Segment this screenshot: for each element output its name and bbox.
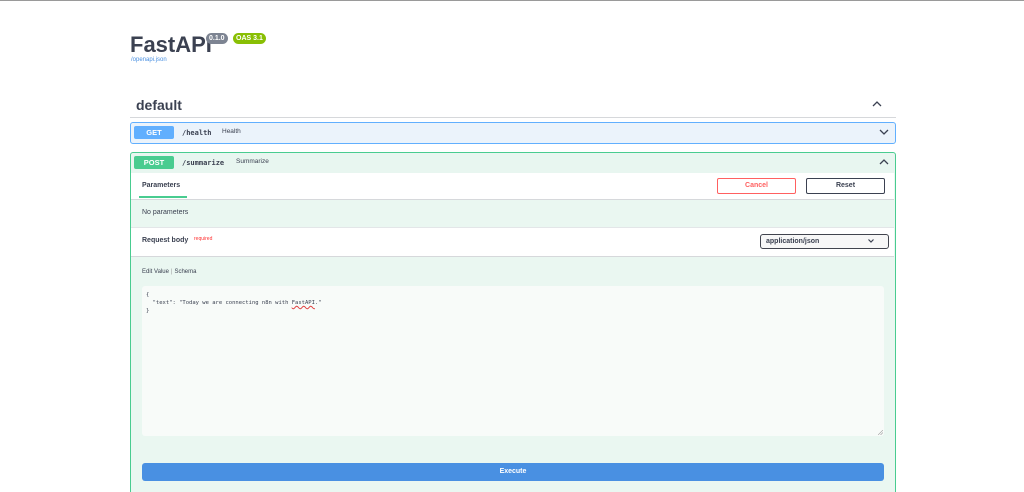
version-badge: 0.1.0	[206, 33, 228, 44]
code-line: }	[146, 308, 150, 314]
code-line: ."	[314, 300, 322, 306]
request-body-label: Request body	[142, 237, 189, 244]
cancel-button[interactable]: Cancel	[717, 178, 796, 194]
no-parameters-text: No parameters	[142, 209, 189, 216]
tag-title[interactable]: default	[136, 97, 182, 113]
execute-button[interactable]: Execute	[142, 463, 884, 481]
body-view-tabs: Edit Value | Schema	[142, 269, 196, 275]
operation-post-summarize[interactable]: POST /summarize Summarize	[130, 152, 896, 174]
chevron-up-icon[interactable]	[871, 98, 883, 110]
chevron-up-icon[interactable]	[878, 156, 890, 168]
resize-handle-icon[interactable]	[878, 430, 883, 435]
method-badge-post: POST	[134, 156, 174, 169]
operation-summary: Summarize	[236, 158, 269, 165]
request-body-editor[interactable]: { "text": "Today we are connecting n8n w…	[142, 286, 884, 436]
operation-path: /health	[182, 129, 212, 137]
tag-divider	[130, 117, 896, 118]
oas-badge: OAS 3.1	[233, 33, 266, 44]
app-title: FastAPI	[130, 32, 212, 57]
operation-summary: Health	[222, 128, 241, 135]
tab-parameters[interactable]: Parameters	[142, 182, 180, 189]
required-marker: required	[194, 236, 213, 242]
method-badge-get: GET	[134, 126, 174, 139]
tab-schema[interactable]: Schema	[174, 269, 196, 275]
chevron-down-icon	[868, 239, 874, 243]
operation-get-health[interactable]: GET /health Health	[130, 122, 896, 144]
openapi-json-link[interactable]: /openapi.json	[131, 57, 167, 63]
chevron-down-icon[interactable]	[878, 126, 890, 138]
reset-button[interactable]: Reset	[806, 178, 885, 194]
tab-edit-value[interactable]: Edit Value	[142, 269, 169, 275]
active-tab-indicator	[139, 196, 187, 198]
code-line: "text": "Today we are connecting n8n wit…	[146, 300, 292, 306]
spellcheck-word: FastAPI	[291, 300, 315, 306]
code-line: {	[146, 292, 150, 298]
tab-separator: |	[170, 269, 173, 275]
operation-path: /summarize	[182, 159, 225, 167]
